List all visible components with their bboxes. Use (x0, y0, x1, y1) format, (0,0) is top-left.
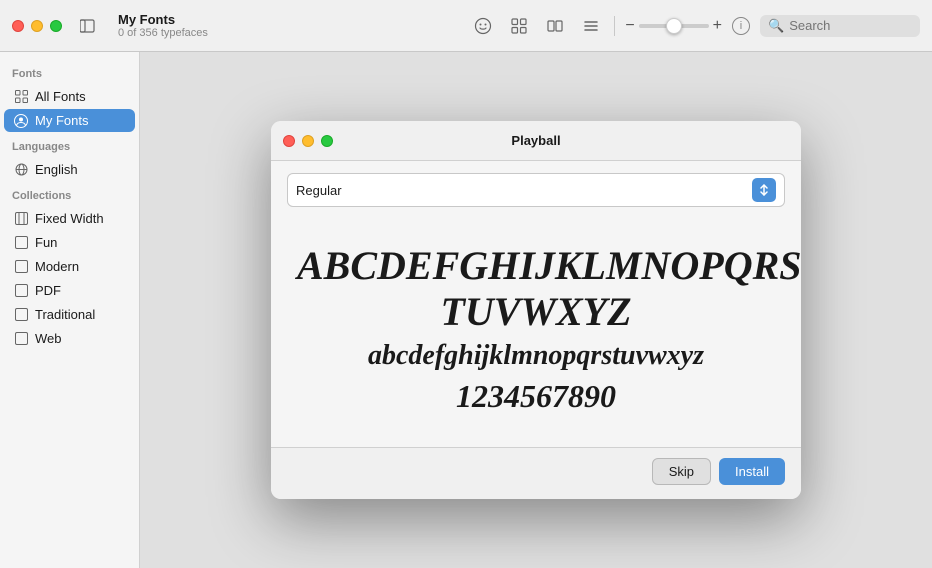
search-box[interactable]: 🔍 (760, 15, 920, 37)
web-label: Web (35, 331, 62, 346)
modal-overlay: Playball Regular (140, 52, 932, 568)
sidebar-item-web[interactable]: Web (4, 327, 135, 350)
sidebar-item-fixed-width[interactable]: Fixed Width (4, 207, 135, 230)
sidebar: Fonts All Fonts My Fonts (0, 52, 140, 568)
fonts-section-label: Fonts (0, 60, 139, 84)
skip-button[interactable]: Skip (652, 458, 711, 485)
title-bar: My Fonts 0 of 356 typefaces (0, 0, 932, 52)
english-label: English (35, 162, 78, 177)
globe-icon (14, 163, 28, 177)
sidebar-item-modern[interactable]: Modern (4, 255, 135, 278)
info-button[interactable]: i (732, 17, 750, 35)
grid-icon (14, 90, 28, 104)
size-slider-track[interactable] (639, 24, 709, 28)
search-input[interactable] (789, 18, 909, 33)
font-preview-numbers: 1234567890 (297, 377, 775, 415)
maximize-button[interactable] (50, 20, 62, 32)
traditional-icon (14, 308, 28, 322)
my-fonts-label: My Fonts (35, 113, 88, 128)
columns-view-button[interactable] (542, 13, 568, 39)
close-button[interactable] (12, 20, 24, 32)
modal-footer: Skip Install (271, 447, 801, 499)
modern-icon (14, 260, 28, 274)
modal-title-bar: Playball (271, 121, 801, 161)
grid-view-button[interactable] (506, 13, 532, 39)
pdf-icon (14, 284, 28, 298)
font-variant-selector[interactable]: Regular (287, 173, 785, 207)
traditional-label: Traditional (35, 307, 95, 322)
person-circle-icon (14, 114, 28, 128)
modal-title: Playball (511, 133, 560, 148)
font-preview-uppercase-line1: ABCDEFGHIJKLMNOPQRS (297, 243, 775, 289)
font-preview-uppercase-line2: TUVWXYZ (297, 289, 775, 335)
fixed-width-icon (14, 212, 28, 226)
fixed-width-label: Fixed Width (35, 211, 104, 226)
minimize-button[interactable] (31, 20, 43, 32)
modal-traffic-lights (283, 135, 333, 147)
size-slider[interactable]: − + (625, 17, 722, 35)
list-view-button[interactable] (578, 13, 604, 39)
modal-maximize-button[interactable] (321, 135, 333, 147)
modal-close-button[interactable] (283, 135, 295, 147)
all-fonts-label: All Fonts (35, 89, 86, 104)
main-content: Fonts All Fonts My Fonts (0, 52, 932, 568)
search-icon: 🔍 (768, 18, 784, 34)
size-increase-button[interactable]: + (713, 17, 722, 35)
font-variant-text: Regular (296, 183, 752, 198)
collections-section-label: Collections (0, 182, 139, 206)
font-install-modal: Playball Regular (271, 121, 801, 499)
window-title: My Fonts (118, 12, 208, 27)
modern-label: Modern (35, 259, 79, 274)
fun-icon (14, 236, 28, 250)
sidebar-item-fun[interactable]: Fun (4, 231, 135, 254)
sidebar-toggle-button[interactable] (74, 16, 102, 36)
size-slider-thumb[interactable] (666, 18, 682, 34)
sidebar-item-all-fonts[interactable]: All Fonts (4, 85, 135, 108)
sidebar-item-pdf[interactable]: PDF (4, 279, 135, 302)
pdf-label: PDF (35, 283, 61, 298)
web-icon (14, 332, 28, 346)
toolbar-actions: − + i 🔍 (470, 13, 920, 39)
window-subtitle: 0 of 356 typefaces (118, 27, 208, 39)
window-title-section: My Fonts 0 of 356 typefaces (118, 12, 208, 39)
install-button[interactable]: Install (719, 458, 785, 485)
modal-body: Regular ABCDEFGHIJKLMNOPQRS TUVWXYZ (271, 161, 801, 447)
font-preview-lowercase: abcdefghijklmnopqrstuvwxyz (297, 339, 775, 373)
size-decrease-button[interactable]: − (625, 17, 634, 35)
languages-section-label: Languages (0, 133, 139, 157)
font-preview: ABCDEFGHIJKLMNOPQRS TUVWXYZ abcdefghijkl… (287, 223, 785, 435)
traffic-lights (12, 20, 62, 32)
font-variant-arrow[interactable] (752, 178, 776, 202)
content-area: Playball Regular (140, 52, 932, 568)
fun-label: Fun (35, 235, 57, 250)
sidebar-item-traditional[interactable]: Traditional (4, 303, 135, 326)
sidebar-item-english[interactable]: English (4, 158, 135, 181)
sidebar-item-my-fonts[interactable]: My Fonts (4, 109, 135, 132)
toolbar-divider (614, 16, 615, 36)
modal-minimize-button[interactable] (302, 135, 314, 147)
emoji-view-button[interactable] (470, 13, 496, 39)
